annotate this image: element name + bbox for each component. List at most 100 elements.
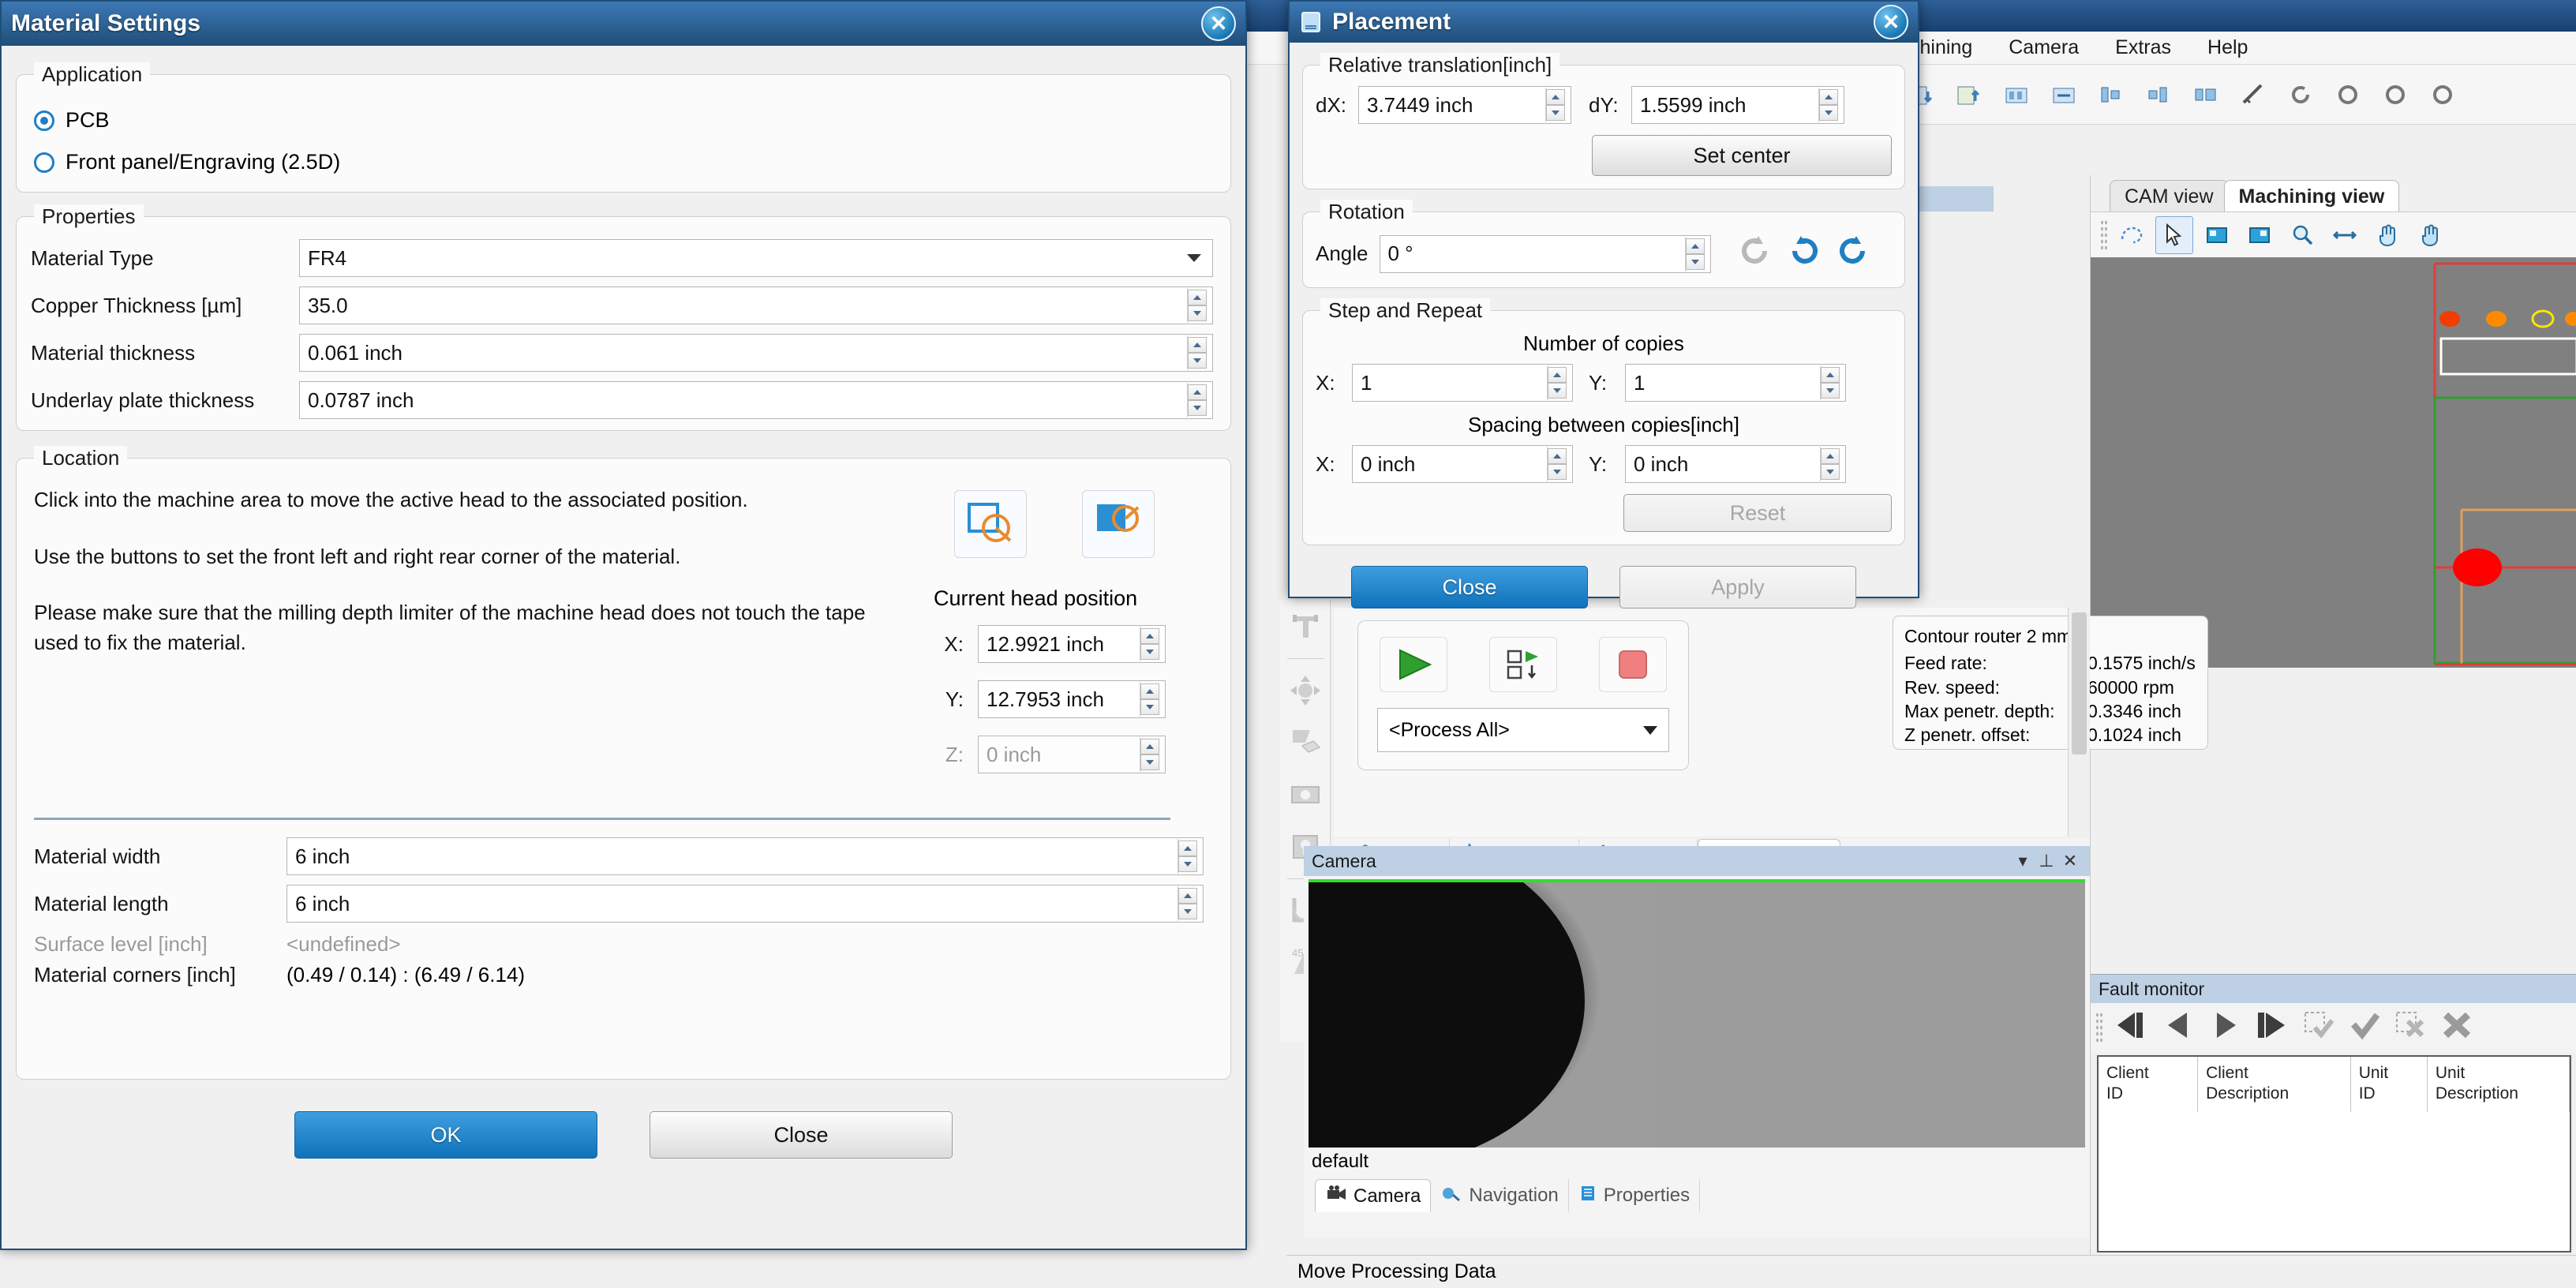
underlay-thickness-input[interactable]: 0.0787 inch	[299, 381, 1213, 419]
machining-canvas[interactable]	[2091, 257, 2576, 668]
circle-alt-icon[interactable]	[2376, 75, 2415, 114]
material-width-stepper[interactable]	[1178, 839, 1201, 874]
step-process-icon[interactable]	[1488, 637, 1557, 692]
dy-stepper[interactable]	[1818, 88, 1842, 122]
copies-x-stepper[interactable]	[1547, 365, 1571, 400]
set-center-button[interactable]: Set center	[1592, 135, 1892, 176]
fault-toolbar-gripper[interactable]	[2095, 1012, 2103, 1043]
confirm-all-icon[interactable]	[2346, 1009, 2384, 1047]
placement-close-button[interactable]: Close	[1351, 566, 1588, 608]
angle-input[interactable]: 0 °	[1379, 234, 1711, 273]
arrow-select-icon[interactable]	[2155, 215, 2193, 254]
chevron-down-icon[interactable]: ▾	[2011, 851, 2035, 871]
copies-y-input[interactable]: 1	[1625, 364, 1846, 402]
tab-machining-view[interactable]: Machining view	[2223, 180, 2400, 212]
column-unit-description[interactable]: Unit Description	[2428, 1057, 2570, 1112]
align-distribute-icon[interactable]	[2186, 75, 2226, 114]
copies-y-stepper[interactable]	[1820, 365, 1844, 400]
circle-alt2-icon[interactable]	[2423, 75, 2462, 114]
tool-change-icon[interactable]	[2044, 75, 2084, 114]
machine-front-icon[interactable]	[2198, 216, 2236, 254]
zoom-fit-icon[interactable]	[2326, 216, 2364, 254]
material-length-input[interactable]: 6 inch	[286, 885, 1204, 923]
tool-magazine-icon[interactable]	[1997, 75, 2036, 114]
grab-hand-icon[interactable]	[2411, 216, 2449, 254]
head-x-input[interactable]: 12.9921 inch	[978, 625, 1166, 663]
head-y-stepper[interactable]	[1140, 682, 1163, 717]
delete-all-icon[interactable]	[2438, 1009, 2476, 1047]
material-width-input[interactable]: 6 inch	[286, 837, 1204, 875]
close-button[interactable]: Close	[650, 1111, 953, 1159]
toolbar-gripper[interactable]	[2100, 219, 2108, 251]
align-left-icon[interactable]	[2091, 75, 2131, 114]
fault-monitor-table[interactable]: Client ID Client Description Unit ID Uni…	[2097, 1055, 2571, 1252]
process-scope-select[interactable]: <Process All>	[1377, 708, 1669, 752]
tab-properties[interactable]: Properties	[1569, 1179, 1701, 1212]
column-client-id[interactable]: Client ID	[2099, 1057, 2199, 1112]
copies-x-input[interactable]: 1	[1352, 364, 1573, 402]
radio-pcb[interactable]: PCB	[34, 108, 1216, 133]
dx-input[interactable]: 3.7449 inch	[1358, 86, 1571, 124]
tab-navigation-label: Navigation	[1469, 1185, 1559, 1206]
copper-thickness-input[interactable]: 35.0	[299, 286, 1213, 324]
tab-cam-view[interactable]: CAM view	[2110, 180, 2229, 212]
next-record-icon[interactable]	[2206, 1009, 2244, 1047]
underlay-thickness-stepper[interactable]	[1187, 383, 1211, 417]
radio-front-panel[interactable]: Front panel/Engraving (2.5D)	[34, 150, 1216, 174]
processing-scrollbar-thumb[interactable]	[2072, 612, 2087, 754]
dy-input[interactable]: 1.5599 inch	[1631, 86, 1844, 124]
fill-erase-tool-icon[interactable]	[1285, 722, 1326, 763]
rotate-cw-icon[interactable]	[1834, 233, 1872, 275]
menu-item-help[interactable]: Help	[2207, 36, 2248, 59]
head-x-stepper[interactable]	[1140, 627, 1163, 661]
camera-preview[interactable]	[1309, 879, 2085, 1148]
rectangle-drill-icon[interactable]	[1285, 774, 1326, 815]
material-length-stepper[interactable]	[1178, 886, 1201, 921]
spacing-x-input[interactable]: 0 inch	[1352, 445, 1573, 483]
column-unit-id[interactable]: Unit ID	[2351, 1057, 2428, 1112]
material-thickness-input[interactable]: 0.061 inch	[299, 334, 1213, 372]
previous-record-icon[interactable]	[2160, 1009, 2198, 1047]
rotate-free-icon[interactable]	[1736, 233, 1774, 275]
tab-camera[interactable]: Camera	[1315, 1179, 1432, 1212]
menu-item-extras[interactable]: Extras	[2115, 36, 2171, 59]
column-client-description[interactable]: Client Description	[2198, 1057, 2351, 1112]
dx-stepper[interactable]	[1545, 88, 1569, 122]
angle-stepper[interactable]	[1684, 236, 1709, 271]
export-icon[interactable]	[1949, 75, 1989, 114]
last-record-icon[interactable]	[2252, 1009, 2293, 1047]
ok-button[interactable]: OK	[294, 1111, 597, 1159]
delete-selected-icon[interactable]	[2392, 1009, 2430, 1047]
machine-side-icon[interactable]	[2241, 216, 2278, 254]
front-left-corner-icon[interactable]	[954, 490, 1027, 558]
close-icon[interactable]: ✕	[1201, 6, 1236, 41]
align-center-icon[interactable]	[2139, 75, 2178, 114]
spacing-y-input[interactable]: 0 inch	[1625, 445, 1846, 483]
head-y-input[interactable]: 12.7953 inch	[978, 680, 1166, 718]
tab-navigation[interactable]: Navigation	[1431, 1179, 1569, 1212]
measure-icon[interactable]	[2233, 75, 2273, 114]
spacing-y-stepper[interactable]	[1820, 447, 1844, 481]
confirm-selected-icon[interactable]	[2301, 1009, 2338, 1047]
copper-thickness-stepper[interactable]	[1187, 288, 1211, 323]
application-group-legend: Application	[34, 62, 151, 87]
close-icon[interactable]: ✕	[1874, 5, 1908, 39]
rotate-ccw-icon[interactable]	[1785, 233, 1823, 275]
lasso-select-icon[interactable]	[2113, 216, 2151, 254]
material-type-combo[interactable]: FR4	[299, 239, 1213, 277]
first-record-icon[interactable]	[2111, 1009, 2152, 1047]
move-tool-icon[interactable]	[1285, 670, 1326, 711]
pan-hand-icon[interactable]	[2368, 216, 2406, 254]
processing-scrollbar[interactable]	[2068, 608, 2090, 837]
stop-process-icon[interactable]	[1599, 637, 1668, 692]
pin-icon[interactable]: ⊥	[2035, 851, 2058, 871]
spacing-x-stepper[interactable]	[1547, 447, 1571, 481]
rear-right-corner-icon[interactable]	[1082, 490, 1155, 558]
rotate-left-icon[interactable]	[2281, 75, 2320, 114]
start-process-icon[interactable]	[1379, 637, 1447, 692]
material-thickness-stepper[interactable]	[1187, 335, 1211, 370]
circle-icon[interactable]	[2328, 75, 2368, 114]
menu-item-camera[interactable]: Camera	[2009, 36, 2079, 59]
close-icon[interactable]: ✕	[2058, 851, 2082, 871]
zoom-region-icon[interactable]	[2283, 216, 2321, 254]
